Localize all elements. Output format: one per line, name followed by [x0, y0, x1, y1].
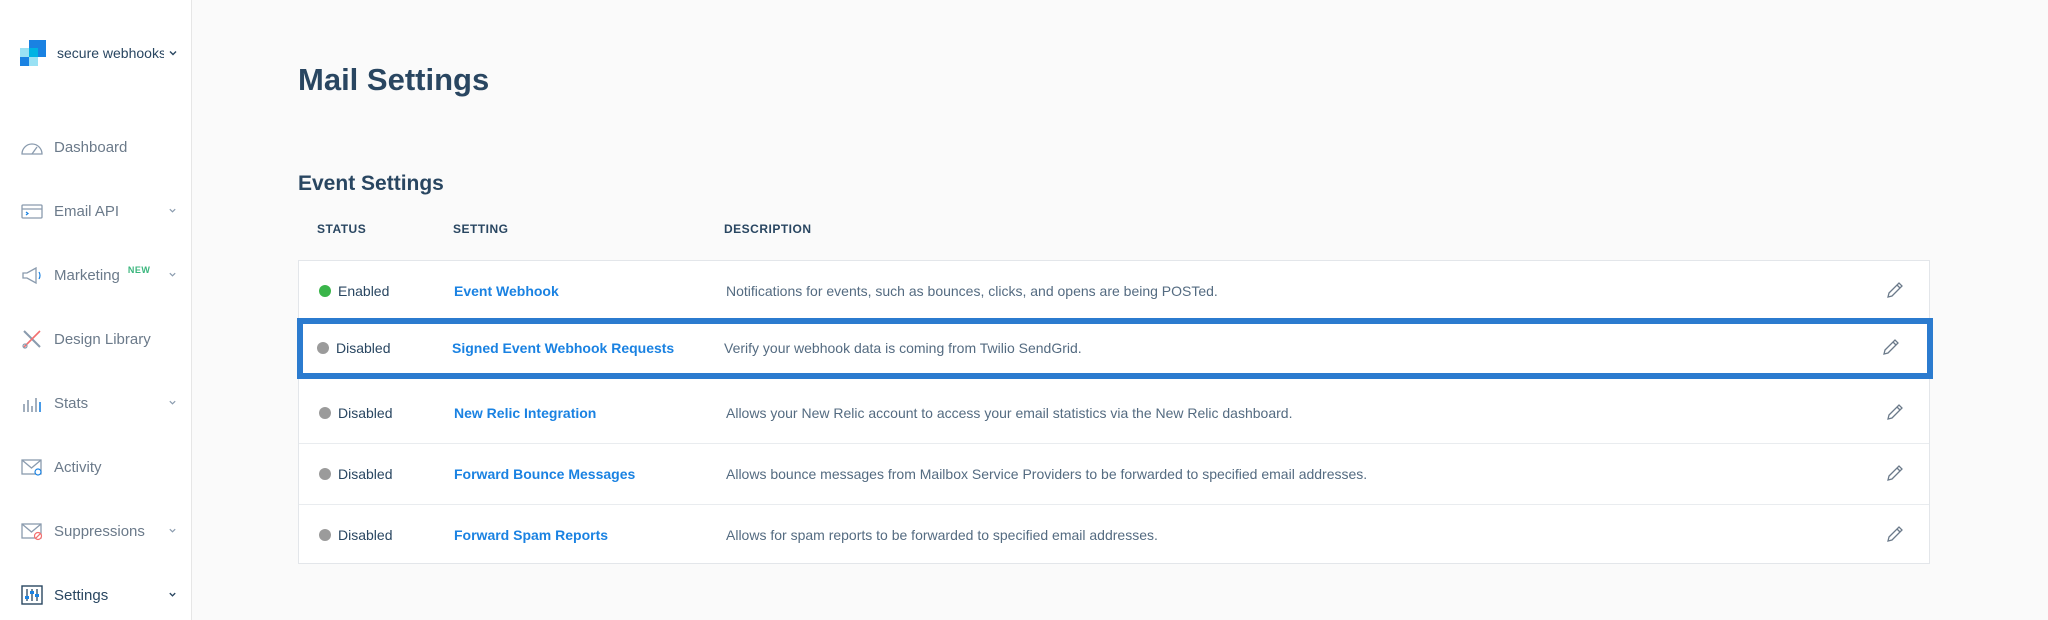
- status-label: Enabled: [338, 283, 390, 299]
- edit-pencil-icon[interactable]: [1885, 524, 1905, 544]
- stats-bars-icon: [23, 398, 41, 412]
- dashboard-gauge-icon: [21, 143, 43, 155]
- status-label: Disabled: [338, 466, 393, 482]
- sendgrid-logo-icon: [20, 40, 46, 66]
- chevron-down-icon: [169, 208, 176, 213]
- status-dot: [319, 468, 331, 480]
- settings-sliders-icon: [21, 585, 43, 605]
- status-dot: [319, 529, 331, 541]
- setting-description: Verify your webhook data is coming from …: [724, 340, 1082, 356]
- status-indicator: Disabled: [319, 527, 392, 543]
- sidebar-item-label: Marketing: [54, 266, 120, 284]
- chevron-down-icon: [169, 592, 176, 597]
- setting-link-signed-event-webhook-requests[interactable]: Signed Event Webhook Requests: [452, 340, 674, 356]
- status-indicator: Enabled: [319, 283, 389, 299]
- account-name: secure webhookstest: [57, 45, 164, 61]
- setting-link-event-webhook[interactable]: Event Webhook: [454, 283, 559, 299]
- chevron-down-icon: [169, 51, 177, 56]
- new-badge: NEW: [127, 265, 151, 275]
- setting-description: Allows your New Relic account to access …: [726, 405, 1293, 421]
- megaphone-icon: [22, 266, 41, 285]
- setting-link-forward-bounce-messages[interactable]: Forward Bounce Messages: [454, 466, 635, 482]
- edit-pencil-icon[interactable]: [1881, 337, 1901, 357]
- chevron-down-icon: [169, 528, 176, 533]
- section-title: Event Settings: [298, 172, 444, 195]
- setting-description: Notifications for events, such as bounce…: [726, 283, 1218, 299]
- setting-link-new-relic-integration[interactable]: New Relic Integration: [454, 405, 596, 421]
- status-indicator: Disabled: [319, 405, 392, 421]
- sidebar-item-email-api[interactable]: Email API: [20, 197, 185, 225]
- setting-description: Allows bounce messages from Mailbox Serv…: [726, 466, 1368, 482]
- activity-mail-icon: [21, 459, 42, 476]
- sidebar-item-activity[interactable]: Activity: [20, 453, 185, 481]
- chevron-down-icon: [169, 272, 176, 277]
- edit-pencil-icon[interactable]: [1885, 280, 1905, 300]
- sidebar-item-label: Activity: [54, 458, 102, 476]
- table-row: Disabled New Relic Integration Allows yo…: [299, 383, 1929, 444]
- status-label: Disabled: [338, 405, 393, 421]
- status-label: Disabled: [338, 527, 393, 543]
- status-indicator: Disabled: [319, 466, 392, 482]
- email-api-icon: [21, 204, 43, 219]
- sidebar-item-suppressions[interactable]: Suppressions: [20, 517, 185, 545]
- sidebar-item-label: Design Library: [54, 330, 151, 348]
- status-dot: [317, 342, 329, 354]
- column-header-status: STATUS: [317, 222, 367, 236]
- column-header-setting: SETTING: [453, 222, 509, 236]
- sidebar-item-label: Settings: [54, 586, 109, 604]
- sidebar-item-label: Dashboard: [54, 138, 128, 156]
- edit-pencil-icon[interactable]: [1885, 463, 1905, 483]
- suppressions-mail-icon: [21, 523, 43, 541]
- setting-link-forward-spam-reports[interactable]: Forward Spam Reports: [454, 527, 608, 543]
- sidebar-item-dashboard[interactable]: Dashboard: [20, 133, 185, 161]
- status-dot: [319, 285, 331, 297]
- sidebar-item-stats[interactable]: Stats: [20, 389, 185, 417]
- sidebar-item-settings[interactable]: Settings: [20, 581, 185, 609]
- sidebar-item-label: Email API: [54, 202, 120, 220]
- table-row: Disabled Forward Bounce Messages Allows …: [299, 444, 1929, 505]
- sidebar-item-label: Suppressions: [54, 522, 145, 540]
- status-indicator: Disabled: [317, 340, 390, 356]
- chevron-down-icon: [169, 400, 176, 405]
- status-dot: [319, 407, 331, 419]
- table-row-highlighted: Disabled Signed Event Webhook Requests V…: [297, 318, 1933, 379]
- sidebar: secure webhookstest Dashboard Email API …: [0, 0, 192, 620]
- account-switcher[interactable]: secure webhookstest: [20, 40, 185, 66]
- table-row: Enabled Event Webhook Notifications for …: [299, 261, 1929, 322]
- design-tools-icon: [22, 330, 41, 349]
- setting-description: Allows for spam reports to be forwarded …: [726, 527, 1158, 543]
- status-label: Disabled: [336, 340, 391, 356]
- sidebar-item-label: Stats: [54, 394, 89, 412]
- event-settings-table: Enabled Event Webhook Notifications for …: [297, 260, 1933, 566]
- sidebar-item-marketing[interactable]: Marketing NEW: [20, 261, 185, 289]
- column-header-description: DESCRIPTION: [724, 222, 812, 236]
- edit-pencil-icon[interactable]: [1885, 402, 1905, 422]
- table-row: Disabled Forward Spam Reports Allows for…: [299, 505, 1929, 566]
- sidebar-item-design-library[interactable]: Design Library: [20, 325, 185, 353]
- page-title: Mail Settings: [298, 62, 490, 97]
